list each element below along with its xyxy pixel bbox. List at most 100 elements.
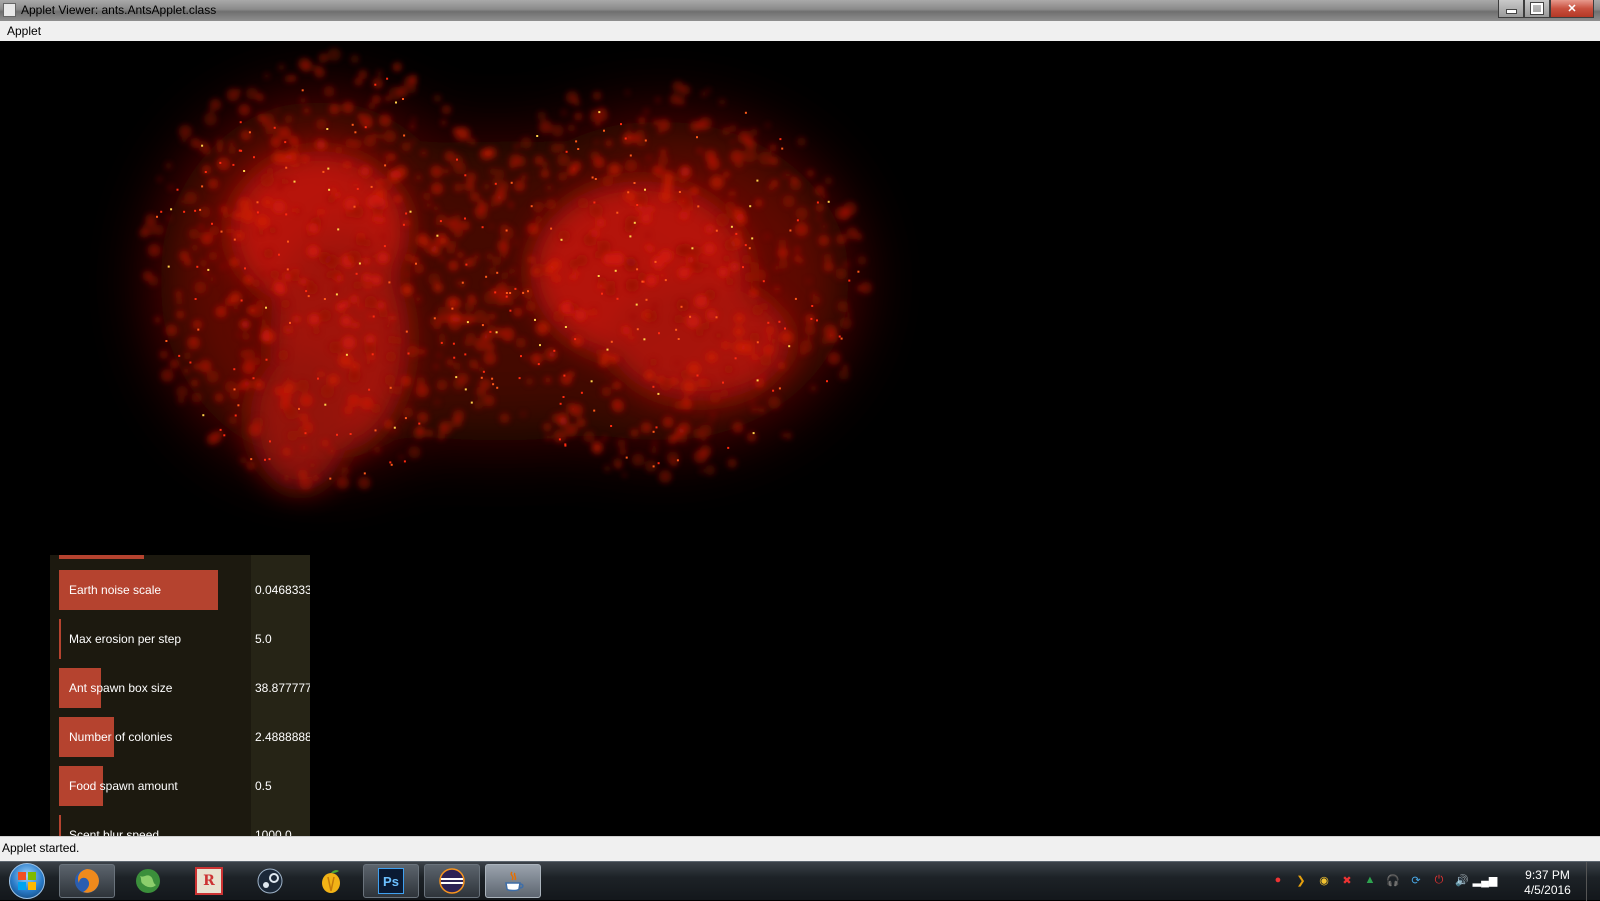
pheromone-speck (652, 303, 658, 309)
pheromone-speck (301, 154, 310, 163)
menu-applet[interactable]: Applet (7, 24, 41, 38)
slider-row[interactable]: Number of colonies 2.4888888 (50, 717, 310, 757)
slider-value: 5.0 (255, 632, 272, 646)
slider-track[interactable]: Scent blur speed (59, 815, 221, 836)
title-bar[interactable]: Applet Viewer: ants.AntsApplet.class ✕ (0, 0, 1600, 21)
pheromone-speck (649, 358, 658, 367)
start-button[interactable] (5, 863, 49, 899)
slider-row[interactable]: Scent blur speed 1000.0 (50, 815, 310, 836)
control-panel[interactable]: Earth noise scale 0.0468333 Max erosion pe… (50, 555, 310, 836)
pheromone-speck (253, 357, 262, 366)
pheromone-speck (473, 309, 488, 324)
slider-track[interactable]: Number of colonies (59, 717, 221, 757)
volume-icon[interactable]: 🔊 (1454, 872, 1470, 888)
minimize-button[interactable] (1498, 0, 1524, 18)
ant-spark (337, 228, 340, 231)
close-button[interactable]: ✕ (1550, 0, 1594, 18)
slider-row[interactable]: Food spawn amount 0.5 (50, 766, 310, 806)
simulation-canvas[interactable]: Earth noise scale 0.0468333 Max erosion pe… (0, 41, 1600, 836)
ant-spark (480, 376, 483, 379)
pheromone-speck (415, 174, 422, 181)
ant-spark (194, 209, 197, 212)
pheromone-speck (795, 207, 808, 220)
ant-spark (658, 332, 660, 335)
network-signal-icon[interactable]: ▂▄▆ (1473, 872, 1498, 888)
pheromone-speck (502, 254, 507, 259)
slider-row[interactable]: Ant spawn box size 38.877777 (50, 668, 310, 708)
ant-spark (625, 456, 628, 459)
pheromone-speck (235, 88, 242, 95)
pheromone-speck (725, 277, 734, 286)
shield-icon[interactable]: ● (1270, 872, 1286, 888)
pheromone-speck (710, 412, 716, 418)
taskbar-eclipse[interactable] (424, 864, 480, 898)
pheromone-speck (415, 296, 422, 302)
ant-spark (559, 402, 562, 405)
power-plug-icon[interactable]: ⏻ (1431, 872, 1447, 888)
pheromone-speck (376, 179, 383, 186)
taskbar-globe[interactable] (120, 864, 176, 898)
pheromone-speck (630, 314, 636, 319)
ant-spark (244, 267, 246, 270)
pheromone-speck (705, 224, 715, 234)
pheromone-speck (856, 285, 864, 292)
taskbar-steam[interactable] (242, 864, 298, 898)
pheromone-speck (761, 373, 766, 378)
plex-icon[interactable]: ❯ (1293, 872, 1309, 888)
taskbar-photoshop[interactable]: Ps (363, 864, 419, 898)
pheromone-speck (603, 253, 616, 266)
pheromone-speck (749, 284, 755, 289)
maximize-button[interactable] (1524, 0, 1550, 18)
pheromone-speck (821, 223, 827, 230)
taskbar-java[interactable] (485, 864, 541, 898)
ant-spark (751, 237, 754, 240)
pheromone-speck (229, 291, 242, 305)
ant-spark (364, 126, 367, 129)
pheromone-speck (658, 469, 672, 484)
pheromone-speck (408, 445, 421, 459)
slider-row[interactable]: Earth noise scale 0.0468333 (50, 570, 310, 610)
pheromone-speck (550, 143, 561, 154)
pheromone-speck (243, 275, 253, 285)
pheromone-speck (779, 330, 793, 344)
pheromone-speck (261, 271, 267, 276)
crossed-monitor-icon[interactable]: ✖ (1339, 872, 1355, 888)
ant-spark (395, 101, 397, 104)
pheromone-speck (489, 313, 496, 320)
pheromone-speck (357, 476, 371, 490)
slider-track[interactable]: Food spawn amount (59, 766, 221, 806)
pheromone-speck (778, 259, 789, 269)
google-drive-icon[interactable]: ▲ (1362, 872, 1378, 888)
taskbar-roblox[interactable]: R (181, 864, 237, 898)
ant-spark (234, 414, 237, 417)
taskbar-firefox[interactable] (59, 864, 115, 898)
pheromone-speck (709, 392, 721, 404)
ant-spark (402, 223, 405, 226)
slider-track[interactable]: Ant spawn box size (59, 668, 221, 708)
ant-spark (233, 238, 236, 241)
pheromone-speck (256, 299, 266, 309)
ant-spark (643, 338, 646, 341)
pheromone-speck (467, 294, 476, 303)
pheromone-speck (796, 137, 807, 147)
pheromone-speck (302, 421, 314, 434)
ant-spark (560, 238, 563, 241)
headphones-icon[interactable]: 🎧 (1385, 872, 1401, 888)
slider-track[interactable]: Earth noise scale (59, 570, 221, 610)
slider-track[interactable]: Max erosion per step (59, 619, 221, 659)
chrome-icon[interactable]: ◉ (1316, 872, 1332, 888)
sync-icon[interactable]: ⟳ (1408, 872, 1424, 888)
taskbar-fl-studio[interactable] (303, 864, 359, 898)
slider-row[interactable]: Max erosion per step 5.0 (50, 619, 310, 659)
ant-spark (285, 213, 288, 216)
pheromone-speck (343, 161, 351, 169)
show-desktop-button[interactable] (1586, 862, 1600, 901)
pheromone-speck (838, 369, 850, 380)
pheromone-speck (272, 200, 286, 214)
pheromone-speck (699, 468, 705, 474)
pheromone-speck (469, 191, 480, 202)
pheromone-speck (804, 313, 816, 325)
clock[interactable]: 9:37 PM 4/5/2016 (1515, 868, 1580, 898)
pheromone-speck (308, 461, 316, 469)
pheromone-speck (709, 419, 714, 424)
